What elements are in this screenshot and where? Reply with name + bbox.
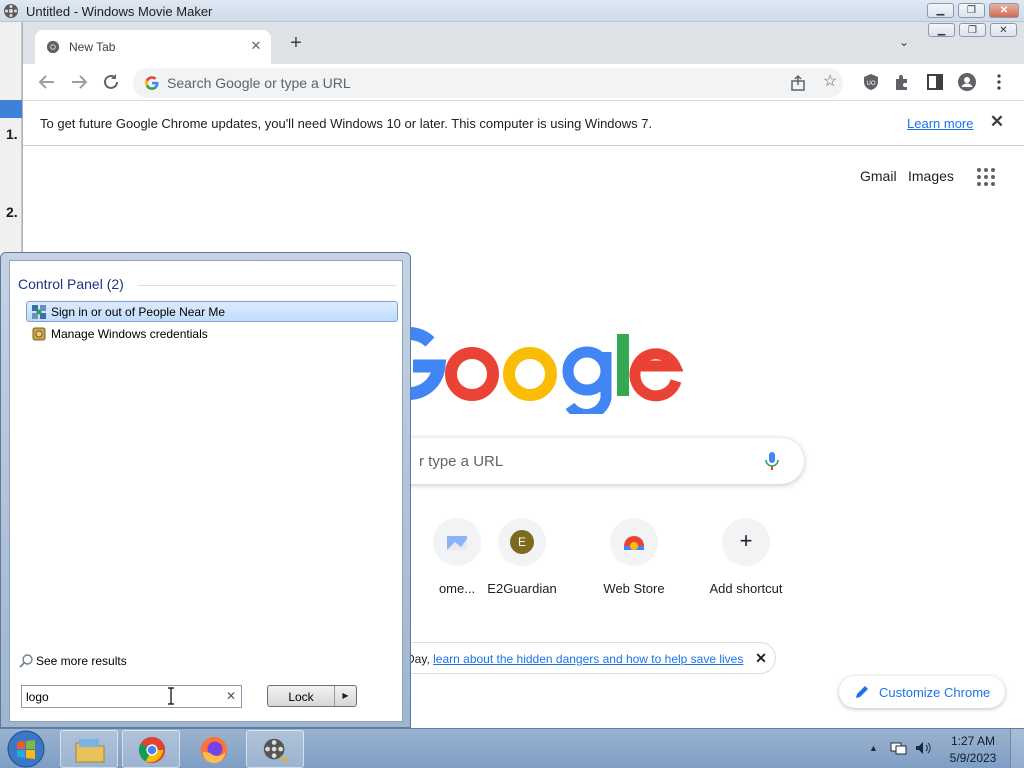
start-menu: Control Panel (2) Sign in or out of Peop… bbox=[0, 252, 411, 728]
result-label: Manage Windows credentials bbox=[51, 327, 208, 341]
clear-search-icon[interactable]: ✕ bbox=[224, 688, 238, 704]
google-g-icon bbox=[145, 76, 159, 90]
chrome-menu-icon[interactable] bbox=[987, 70, 1011, 94]
movie-maker-icon bbox=[4, 4, 18, 18]
back-arrow-icon[interactable] bbox=[35, 70, 59, 94]
see-more-results-link[interactable]: See more results bbox=[18, 651, 168, 671]
infobar-close-icon[interactable]: ✕ bbox=[987, 112, 1007, 132]
shortcut-icon-e2guardian: E bbox=[498, 518, 546, 566]
infobar-message: To get future Google Chrome updates, you… bbox=[40, 116, 653, 131]
images-link[interactable]: Images bbox=[908, 168, 954, 184]
web-store-icon bbox=[624, 536, 644, 550]
chrome-toolbar: Search Google or type a URL ☆ UO bbox=[23, 64, 1024, 100]
omnibox-placeholder: Search Google or type a URL bbox=[167, 75, 351, 91]
start-menu-results-pane: Control Panel (2) Sign in or out of Peop… bbox=[9, 260, 403, 722]
result-manage-credentials[interactable]: Manage Windows credentials bbox=[26, 323, 398, 344]
taskbar-explorer[interactable] bbox=[60, 730, 118, 768]
tab-strip: New Tab ✕ + ⌄ ▁ ❐ ✕ bbox=[23, 22, 1024, 64]
show-hidden-icons-icon[interactable]: ▲ bbox=[869, 743, 878, 753]
see-more-label: See more results bbox=[36, 654, 127, 668]
shortcut-label: Web Store bbox=[603, 581, 665, 596]
shortcut-tile-2[interactable]: E E2Guardian bbox=[466, 514, 578, 610]
extensions-puzzle-icon[interactable] bbox=[891, 70, 915, 94]
taskbar-movie-maker[interactable] bbox=[246, 730, 304, 768]
tab-close-icon[interactable]: ✕ bbox=[247, 37, 265, 55]
credentials-icon bbox=[32, 327, 46, 341]
voice-search-mic-icon[interactable] bbox=[765, 451, 779, 471]
step-2-label: 2. bbox=[6, 204, 18, 220]
shortcut-icon-web-store bbox=[610, 518, 658, 566]
update-infobar: To get future Google Chrome updates, you… bbox=[23, 100, 1024, 146]
add-shortcut-icon: + bbox=[722, 518, 770, 566]
result-people-near-me[interactable]: Sign in or out of People Near Me bbox=[26, 301, 398, 322]
bookmark-star-icon[interactable]: ☆ bbox=[821, 73, 839, 91]
customize-chrome-button[interactable]: Customize Chrome bbox=[839, 676, 1005, 708]
show-desktop-button[interactable] bbox=[1010, 729, 1024, 768]
customize-chrome-label: Customize Chrome bbox=[879, 685, 991, 700]
profile-avatar-icon[interactable] bbox=[955, 70, 979, 94]
network-icon[interactable] bbox=[890, 740, 908, 756]
chrome-favicon-icon bbox=[46, 40, 60, 54]
shortcut-tile-3[interactable]: Web Store bbox=[578, 514, 690, 610]
firefox-icon bbox=[200, 736, 228, 764]
close-button[interactable]: ✕ bbox=[989, 3, 1019, 18]
lock-button[interactable]: Lock ▶ bbox=[267, 685, 357, 707]
text-cursor-icon bbox=[168, 687, 174, 705]
movie-maker-titlebar: Untitled - Windows Movie Maker ▁ ❐ ✕ bbox=[0, 0, 1024, 22]
svg-text:UO: UO bbox=[867, 81, 876, 87]
learn-more-link[interactable]: Learn more bbox=[907, 116, 973, 131]
result-label: Sign in or out of People Near Me bbox=[51, 305, 226, 319]
start-menu-bottom-bar: ✕ Lock ▶ bbox=[9, 675, 403, 722]
promo-close-icon[interactable]: ✕ bbox=[752, 649, 770, 667]
share-icon[interactable] bbox=[789, 74, 807, 92]
lock-label: Lock bbox=[288, 690, 314, 704]
new-tab-button[interactable]: + bbox=[285, 33, 307, 55]
minimize-button[interactable]: ▁ bbox=[927, 3, 954, 18]
start-search-box[interactable]: ✕ bbox=[21, 685, 242, 708]
tab-search-chevron-icon[interactable]: ⌄ bbox=[895, 35, 913, 53]
clock-time[interactable]: 1:27 AM bbox=[943, 734, 1003, 748]
volume-icon[interactable] bbox=[914, 740, 932, 756]
control-panel-group-header: Control Panel (2) bbox=[18, 276, 124, 292]
reload-icon[interactable] bbox=[99, 70, 123, 94]
taskbar-firefox[interactable] bbox=[184, 730, 242, 768]
side-panel-icon[interactable] bbox=[923, 70, 947, 94]
tab-new-tab[interactable]: New Tab ✕ bbox=[35, 30, 271, 64]
chrome-icon bbox=[138, 736, 166, 764]
pencil-icon bbox=[856, 686, 868, 698]
start-search-input[interactable] bbox=[26, 688, 222, 705]
google-apps-grid-icon[interactable] bbox=[977, 168, 995, 186]
chrome-restore-button[interactable]: ❐ bbox=[959, 23, 986, 37]
taskbar: ▲ 1:27 AM 5/9/2023 bbox=[0, 728, 1024, 768]
tab-title: New Tab bbox=[69, 40, 116, 54]
shortcut-label: Add shortcut bbox=[709, 581, 783, 596]
taskbar-chrome[interactable] bbox=[122, 730, 180, 768]
extension-shield-icon[interactable]: UO bbox=[859, 70, 883, 94]
forward-arrow-icon[interactable] bbox=[67, 70, 91, 94]
shortcut-label: E2Guardian bbox=[487, 581, 557, 596]
windows-start-orb-icon[interactable] bbox=[7, 730, 45, 768]
ntp-search-placeholder: r type a URL bbox=[419, 453, 504, 470]
magnifier-icon bbox=[19, 654, 33, 668]
gmail-link[interactable]: Gmail bbox=[860, 168, 897, 184]
people-near-me-icon bbox=[32, 305, 46, 319]
film-reel-icon bbox=[263, 738, 290, 764]
restore-button[interactable]: ❐ bbox=[958, 3, 985, 18]
step-1-label: 1. bbox=[6, 126, 18, 142]
chrome-close-button[interactable]: ✕ bbox=[990, 23, 1017, 37]
clock-date[interactable]: 5/9/2023 bbox=[943, 751, 1003, 765]
promo-text: Day, learn about the hidden dangers and … bbox=[406, 652, 744, 666]
shortcut-tile-add[interactable]: + Add shortcut bbox=[690, 514, 802, 610]
e2guardian-letter-icon: E bbox=[510, 530, 534, 554]
omnibox[interactable]: Search Google or type a URL ☆ bbox=[133, 68, 843, 98]
folder-icon bbox=[75, 739, 105, 763]
chrome-minimize-button[interactable]: ▁ bbox=[928, 23, 955, 37]
promo-link[interactable]: learn about the hidden dangers and how t… bbox=[433, 652, 743, 666]
power-options-arrow-icon[interactable]: ▶ bbox=[334, 686, 356, 706]
movie-maker-tasks-header bbox=[0, 100, 22, 118]
window-title: Untitled - Windows Movie Maker bbox=[26, 4, 213, 19]
group-divider bbox=[138, 285, 396, 286]
